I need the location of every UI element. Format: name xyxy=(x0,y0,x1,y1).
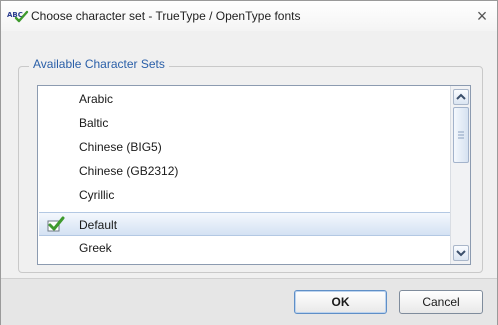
scroll-up-button[interactable] xyxy=(453,89,469,105)
title-bar[interactable]: ABC Choose character set - TrueType / Op… xyxy=(1,1,497,31)
list-item-chinese-gb2312[interactable]: Chinese (GB2312) xyxy=(39,159,450,183)
list-item-label: Cyrillic xyxy=(79,188,115,202)
chevron-up-icon xyxy=(456,93,466,100)
ok-button[interactable]: OK xyxy=(294,290,387,314)
list-item-label: Greek xyxy=(79,241,112,255)
dialog-title: Choose character set - TrueType / OpenTy… xyxy=(31,9,301,23)
list-item-cyrillic[interactable]: Cyrillic xyxy=(39,183,450,207)
list-item-baltic[interactable]: Baltic xyxy=(39,111,450,135)
close-button[interactable]: × xyxy=(471,5,493,27)
list-item-label: Default xyxy=(79,218,118,232)
button-bar: OK Cancel xyxy=(1,278,497,325)
grip-icon xyxy=(458,131,464,139)
chevron-down-icon xyxy=(456,250,466,257)
abc-spellcheck-icon: ABC xyxy=(7,10,29,23)
list-item-label: Chinese (BIG5) xyxy=(79,140,162,154)
list-item-greek[interactable]: Greek xyxy=(39,236,450,260)
list-item-chinese-big5[interactable]: Chinese (BIG5) xyxy=(39,135,450,159)
scroll-down-button[interactable] xyxy=(453,245,469,261)
character-set-dialog: ABC Choose character set - TrueType / Op… xyxy=(0,0,498,325)
list-item-label: Arabic xyxy=(79,92,114,106)
vertical-scrollbar[interactable] xyxy=(450,86,470,264)
scroll-thumb[interactable] xyxy=(453,107,469,163)
list-item-arabic[interactable]: Arabic xyxy=(39,87,450,111)
green-checkmark-icon xyxy=(47,216,65,232)
list-item-label: Chinese (GB2312) xyxy=(79,164,179,178)
list-item-default[interactable]: Default xyxy=(39,212,450,236)
character-set-list[interactable]: Arabic Baltic Chinese (BIG5) Chinese (GB… xyxy=(37,85,471,265)
cancel-button[interactable]: Cancel xyxy=(399,290,483,314)
list-item-label: Baltic xyxy=(79,116,109,130)
group-label: Available Character Sets xyxy=(29,57,169,71)
